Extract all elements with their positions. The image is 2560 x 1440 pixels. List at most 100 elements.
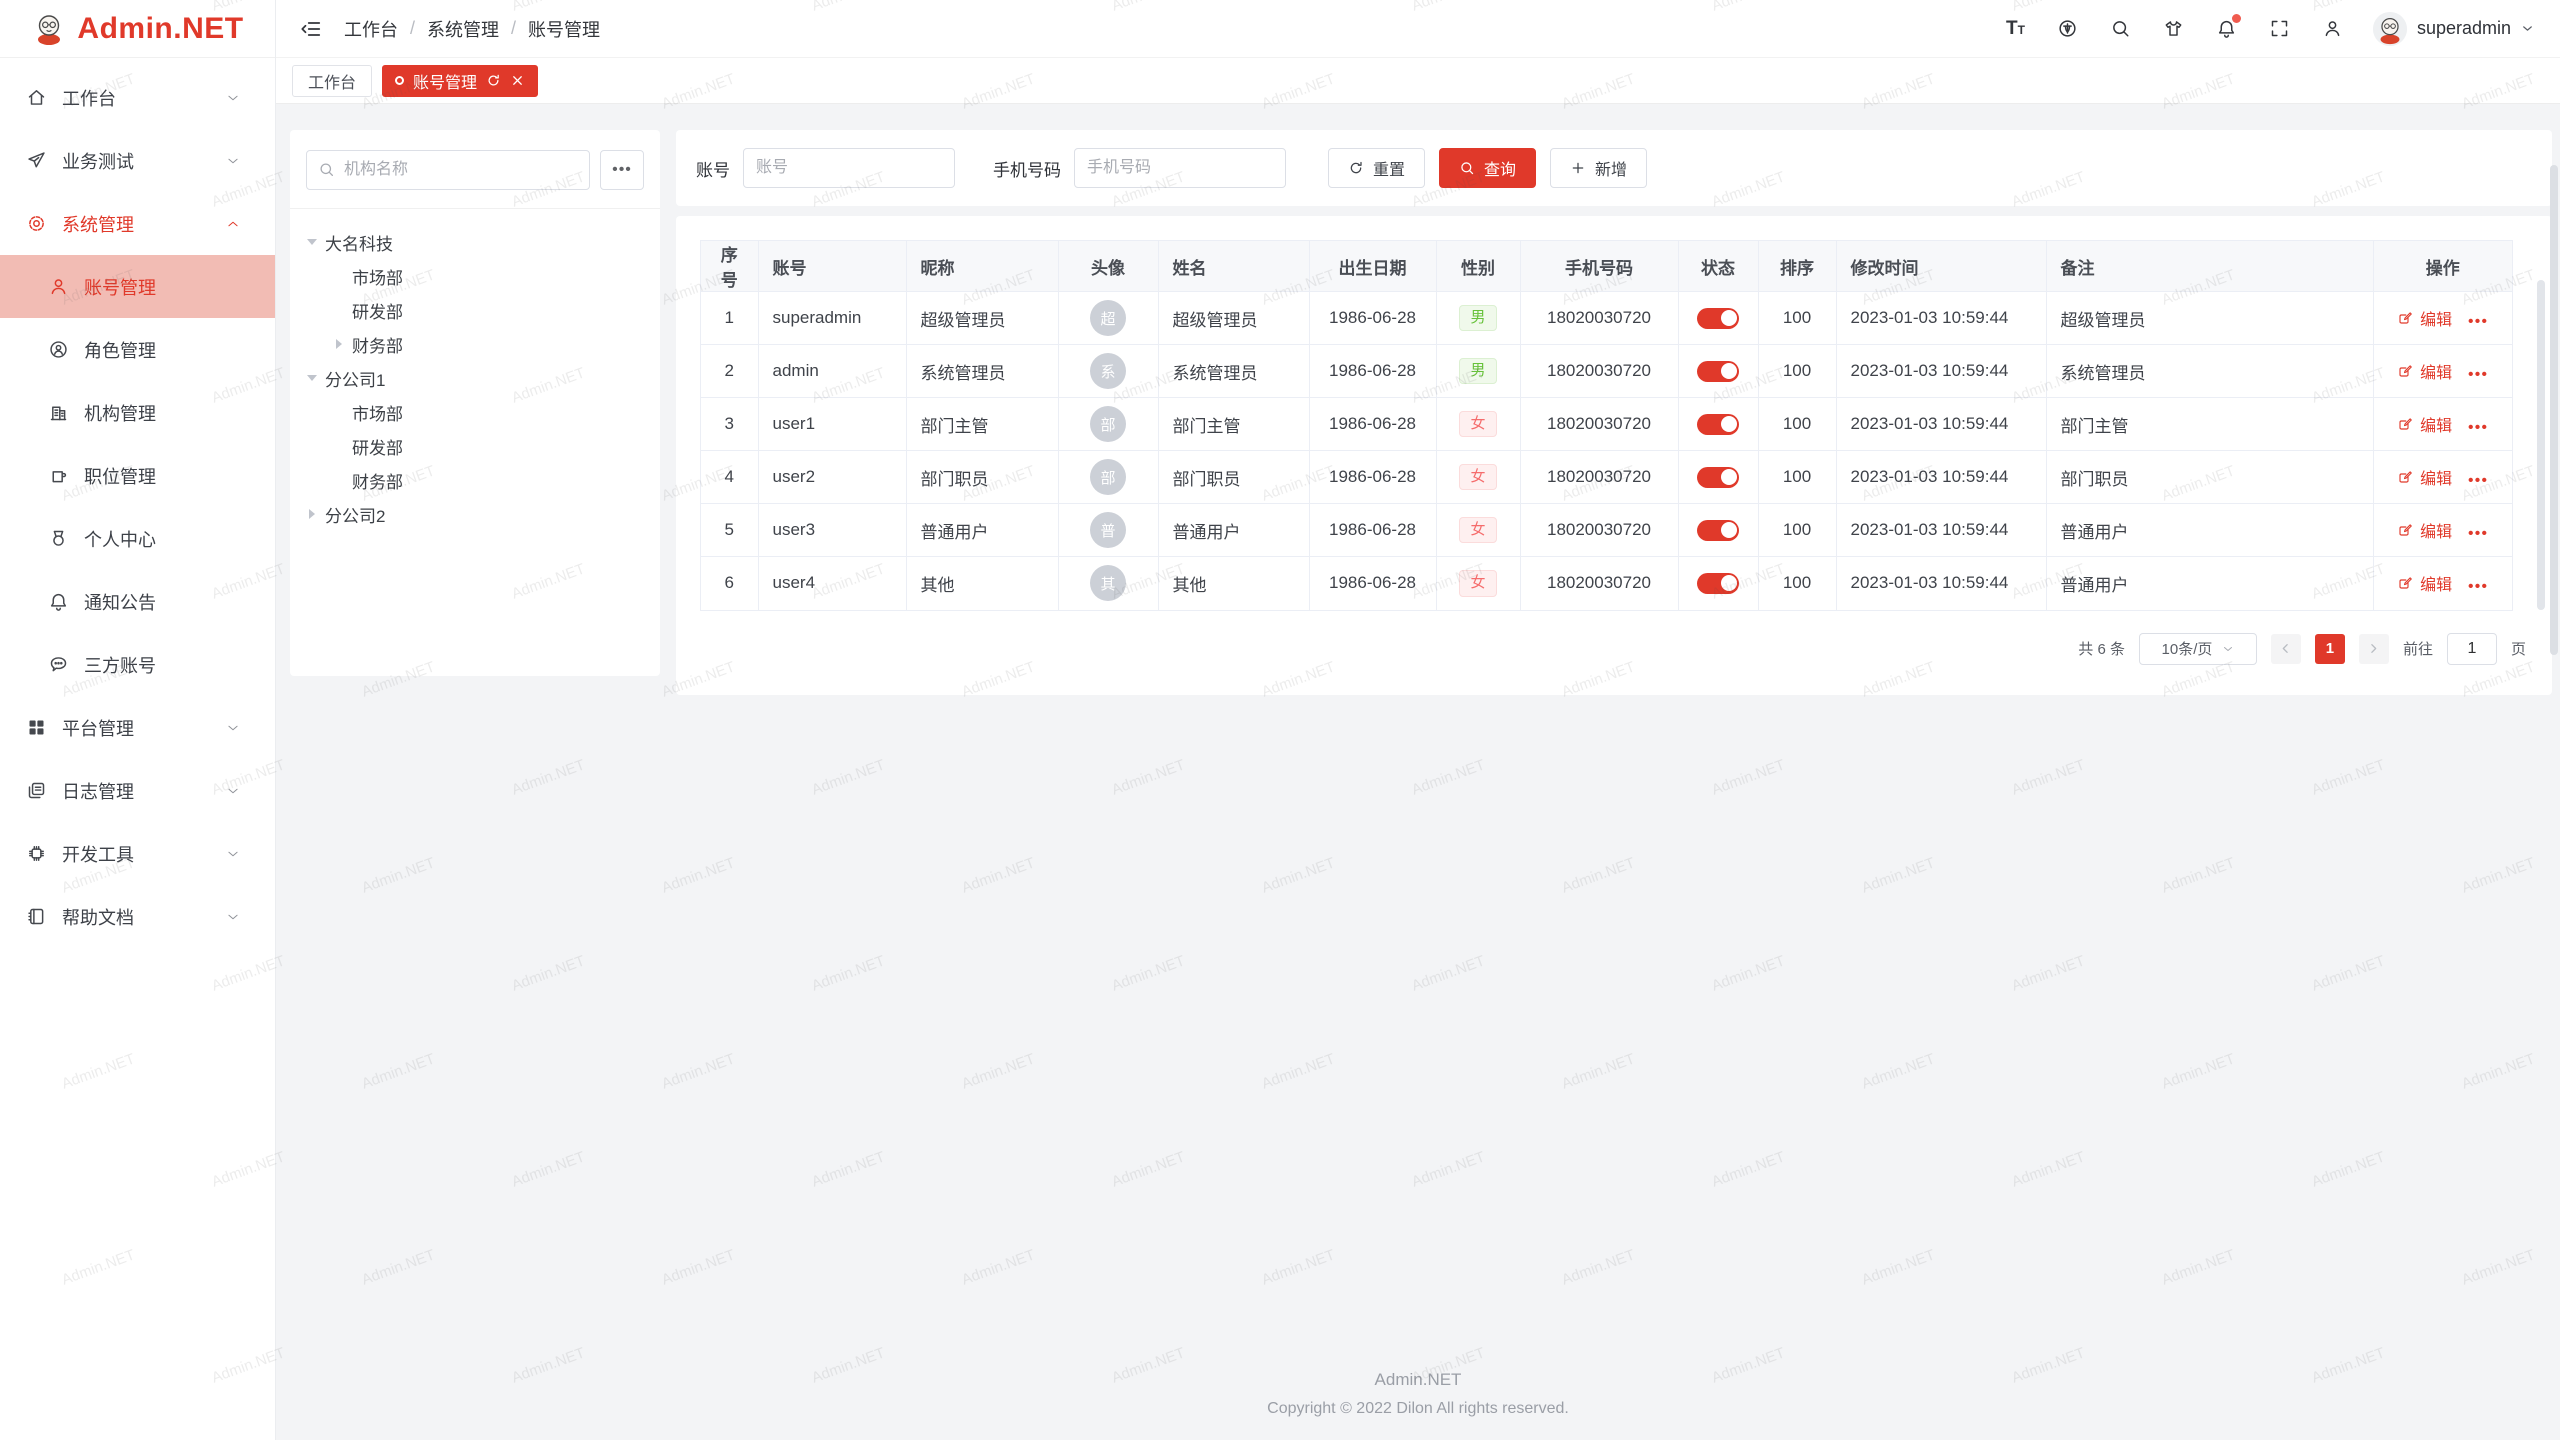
current-page-button[interactable]: 1	[2315, 634, 2345, 664]
cell-nickname: 部门职员	[906, 451, 1058, 504]
total-count: 共 6 条	[2078, 638, 2125, 659]
caret-down-icon[interactable]	[306, 236, 318, 248]
right-column: 账号 手机号码 重置 查询	[676, 130, 2552, 695]
tab-account-management[interactable]: 账号管理	[382, 65, 538, 97]
tree-node[interactable]: 研发部	[306, 293, 644, 327]
more-actions-button[interactable]: •••	[2468, 366, 2488, 383]
breadcrumb-item[interactable]: 工作台	[344, 16, 398, 42]
cell-no: 5	[701, 504, 758, 557]
sidebar-item-help-docs[interactable]: 帮助文档	[0, 885, 275, 948]
user-menu[interactable]: superadmin	[2373, 12, 2534, 46]
table-scrollbar[interactable]	[2537, 280, 2545, 610]
tree-node[interactable]: 分公司2	[306, 497, 644, 531]
tree-node[interactable]: 分公司1	[306, 361, 644, 395]
sidebar-item-label: 系统管理	[62, 211, 226, 237]
edit-button[interactable]: 编辑	[2397, 571, 2452, 595]
notification-icon[interactable]	[2216, 18, 2237, 39]
cell-account: user2	[758, 451, 906, 504]
edit-button[interactable]: 编辑	[2397, 465, 2452, 489]
tree-more-button[interactable]: •••	[600, 150, 644, 190]
org-search-input[interactable]	[306, 150, 590, 190]
cell-remark: 部门职员	[2046, 451, 2373, 504]
edit-button[interactable]: 编辑	[2397, 412, 2452, 436]
more-actions-button[interactable]: •••	[2468, 578, 2488, 595]
avatar: 部	[1090, 406, 1126, 442]
column-header-2: 账号	[758, 241, 906, 292]
goto-page-input[interactable]	[2447, 633, 2497, 665]
cell-modify-time: 2023-01-03 10:59:44	[1836, 504, 2046, 557]
sidebar-item-role-management[interactable]: 角色管理	[0, 318, 275, 381]
tree-node[interactable]: 大名科技	[306, 225, 644, 259]
cell-modify-time: 2023-01-03 10:59:44	[1836, 345, 2046, 398]
cell-nickname: 部门主管	[906, 398, 1058, 451]
font-size-icon[interactable]: TT	[2006, 19, 2025, 38]
page-size-select[interactable]: 10条/页	[2139, 633, 2257, 665]
status-toggle[interactable]	[1697, 467, 1739, 488]
status-toggle[interactable]	[1697, 520, 1739, 541]
profile-icon[interactable]	[2322, 18, 2343, 39]
status-toggle[interactable]	[1697, 573, 1739, 594]
page-scrollbar[interactable]	[2550, 165, 2558, 655]
more-actions-button[interactable]: •••	[2468, 419, 2488, 436]
close-icon[interactable]	[510, 73, 525, 88]
language-icon[interactable]	[2057, 18, 2078, 39]
user-avatar	[2373, 12, 2407, 46]
cell-modify-time: 2023-01-03 10:59:44	[1836, 557, 2046, 610]
prev-page-button[interactable]	[2271, 634, 2301, 664]
sidebar-item-system-management[interactable]: 系统管理	[0, 192, 275, 255]
tab-workbench[interactable]: 工作台	[292, 65, 372, 97]
caret-right-icon[interactable]	[333, 338, 345, 350]
caret-right-icon[interactable]	[306, 508, 318, 520]
edit-button[interactable]: 编辑	[2397, 518, 2452, 542]
cell-sort: 100	[1758, 451, 1836, 504]
search-icon[interactable]	[2110, 18, 2131, 39]
cell-modify-time: 2023-01-03 10:59:44	[1836, 398, 2046, 451]
tree-node[interactable]: 财务部	[306, 463, 644, 497]
tree-node[interactable]: 市场部	[306, 259, 644, 293]
sidebar-item-dev-tools[interactable]: 开发工具	[0, 822, 275, 885]
more-actions-button[interactable]: •••	[2468, 313, 2488, 330]
sidebar-item-personal-center[interactable]: 个人中心	[0, 507, 275, 570]
cell-gender: 女	[1436, 557, 1520, 610]
status-toggle[interactable]	[1697, 308, 1739, 329]
tree-node[interactable]: 市场部	[306, 395, 644, 429]
sidebar-item-position-management[interactable]: 职位管理	[0, 444, 275, 507]
breadcrumb-item[interactable]: 系统管理	[427, 16, 499, 42]
status-toggle[interactable]	[1697, 361, 1739, 382]
cell-gender: 女	[1436, 504, 1520, 557]
more-actions-button[interactable]: •••	[2468, 472, 2488, 489]
cell-remark: 普通用户	[2046, 504, 2373, 557]
tree-node[interactable]: 财务部	[306, 327, 644, 361]
fullscreen-icon[interactable]	[2269, 18, 2290, 39]
status-toggle[interactable]	[1697, 414, 1739, 435]
sidebar-item-business-test[interactable]: 业务测试	[0, 129, 275, 192]
sidebar-item-log-management[interactable]: 日志管理	[0, 759, 275, 822]
cell-modify-time: 2023-01-03 10:59:44	[1836, 292, 2046, 345]
collapse-menu-icon[interactable]	[300, 18, 322, 40]
sidebar-item-third-party-account[interactable]: 三方账号	[0, 633, 275, 696]
tree-node[interactable]: 研发部	[306, 429, 644, 463]
account-label: 账号	[696, 156, 730, 181]
avatar: 其	[1090, 565, 1126, 601]
sidebar-item-notice[interactable]: 通知公告	[0, 570, 275, 633]
theme-icon[interactable]	[2163, 18, 2184, 39]
org-tree-panel: ••• 大名科技市场部研发部财务部分公司1市场部研发部财务部分公司2	[290, 130, 660, 676]
sidebar-item-org-management[interactable]: 机构管理	[0, 381, 275, 444]
sidebar-item-workbench[interactable]: 工作台	[0, 66, 275, 129]
query-button[interactable]: 查询	[1439, 148, 1536, 188]
refresh-icon[interactable]	[486, 73, 501, 88]
phone-input[interactable]	[1074, 148, 1286, 188]
more-actions-button[interactable]: •••	[2468, 525, 2488, 542]
breadcrumb-item[interactable]: 账号管理	[528, 16, 600, 42]
add-button[interactable]: 新增	[1550, 148, 1647, 188]
next-page-button[interactable]	[2359, 634, 2389, 664]
edit-button[interactable]: 编辑	[2397, 306, 2452, 330]
sidebar-item-account-management[interactable]: 账号管理	[0, 255, 275, 318]
sidebar-item-platform-management[interactable]: 平台管理	[0, 696, 275, 759]
account-input[interactable]	[743, 148, 955, 188]
edit-button[interactable]: 编辑	[2397, 359, 2452, 383]
caret-down-icon[interactable]	[306, 372, 318, 384]
reset-button[interactable]: 重置	[1328, 148, 1425, 188]
user-icon	[48, 276, 69, 297]
edit-icon	[2397, 416, 2413, 432]
